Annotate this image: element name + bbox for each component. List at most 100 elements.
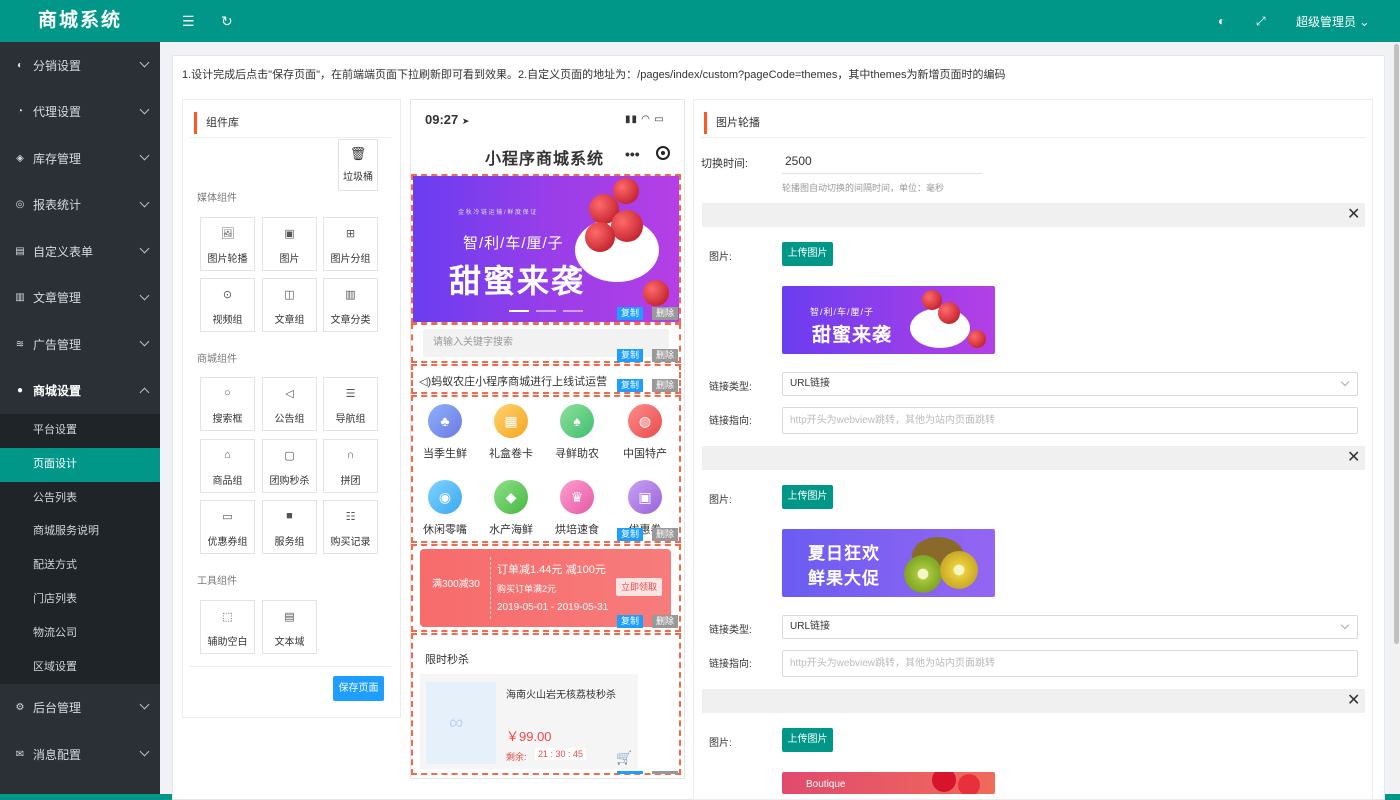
comp-search[interactable]: ○ 搜索框	[200, 377, 255, 431]
sidebar-item-backend[interactable]: ⚙ 后台管理	[0, 684, 160, 731]
close-icon[interactable]: ✕	[1347, 450, 1360, 466]
image-label: 图片:	[709, 252, 732, 263]
delete-button[interactable]: 删除	[652, 307, 679, 320]
comp-announcement[interactable]: ◁ 公告组	[262, 377, 317, 431]
sidebar-subitem-regions[interactable]: 区域设置	[0, 651, 160, 685]
sidebar-item-custom-form[interactable]: ▤ 自定义表单	[0, 228, 160, 275]
comp-navigation[interactable]: ☰ 导航组	[323, 377, 378, 431]
copy-button[interactable]: 复制	[617, 379, 644, 392]
chevron-down-icon	[139, 243, 150, 254]
copy-button[interactable]: 复制	[617, 615, 644, 628]
countdown-label: 剩余:	[506, 752, 527, 762]
sidebar-item-distribution[interactable]: ◐ 分销设置	[0, 42, 160, 89]
history-icon: ☷	[345, 511, 356, 523]
sidebar-subitem-logistics[interactable]: 物流公司	[0, 617, 160, 651]
link-target-input[interactable]: http开头为webview跳转，其他为站内页面跳转	[782, 650, 1358, 677]
chevron-down-icon	[1340, 620, 1350, 630]
chevron-down-icon	[139, 746, 150, 757]
comp-text-area[interactable]: ▤ 文本域	[262, 600, 317, 654]
comp-spacer[interactable]: ⬚ 辅助空白	[200, 600, 255, 654]
cart-icon[interactable]: 🛒	[616, 750, 632, 766]
close-icon[interactable]: ✕	[1347, 207, 1360, 223]
carousel-dot[interactable]	[563, 310, 583, 312]
refresh-icon[interactable]: ↻	[221, 13, 233, 29]
link-type-label: 链接类型:	[709, 382, 752, 393]
theme-icon[interactable]: ◐	[1218, 13, 1225, 29]
grid-item[interactable]: ◍ 中国特产	[613, 404, 677, 461]
comp-video-group[interactable]: ⊙ 视频组	[200, 278, 255, 332]
sidebar-subitem-announcements[interactable]: 公告列表	[0, 482, 160, 516]
sidebar-subitem-service-desc[interactable]: 商城服务说明	[0, 515, 160, 549]
upload-image-button[interactable]: 上传图片	[782, 485, 833, 509]
capsule-close-icon[interactable]	[656, 146, 670, 160]
delete-button[interactable]: 删除	[652, 379, 679, 392]
comp-image-carousel[interactable]: 🖼 图片轮播	[200, 217, 255, 271]
grid-item[interactable]: ▦ 礼盒卷卡	[479, 404, 543, 461]
grid-item[interactable]: ♛ 烘培速食	[545, 480, 609, 537]
comp-image[interactable]: ▣ 图片	[262, 217, 317, 271]
grid-icon: ⊞	[345, 228, 356, 240]
sidebar-item-messages[interactable]: ✉ 消息配置	[0, 731, 160, 778]
sidebar-item-agent[interactable]: ◔ 代理设置	[0, 89, 160, 136]
comp-coupon-group[interactable]: ▭ 优惠券组	[200, 500, 255, 554]
copy-button[interactable]: 复制	[617, 528, 644, 541]
close-icon[interactable]: ✕	[1347, 693, 1360, 709]
copy-button-partial[interactable]	[617, 771, 643, 774]
library-icon: ▥	[345, 289, 356, 301]
scrollbar-thumb[interactable]	[1394, 44, 1399, 644]
lollipop-icon: ◉	[428, 480, 462, 514]
sidebar-item-shop-settings[interactable]: ● 商城设置	[0, 368, 160, 415]
sidebar-subitem-delivery[interactable]: 配送方式	[0, 549, 160, 583]
comp-group-buy[interactable]: ∩ 拼团	[323, 439, 378, 493]
kiwi-slice	[940, 551, 978, 589]
comp-image-group[interactable]: ⊞ 图片分组	[323, 217, 378, 271]
comp-article-category[interactable]: ▥ 文章分类	[323, 278, 378, 332]
cherry	[968, 330, 986, 348]
comp-group-flash[interactable]: ▢ 团购秒杀	[262, 439, 317, 493]
upload-image-button[interactable]: 上传图片	[782, 242, 833, 266]
copy-button[interactable]: 复制	[617, 307, 644, 320]
product-card[interactable]: ∞ 海南火山岩无核荔枝秒杀 ￥99.00 剩余: 21 : 30 : 45 🛒	[420, 674, 638, 769]
slide-thumbnail: 智/利/车/厘/子 甜蜜来袭	[782, 286, 995, 354]
comp-service-group[interactable]: ■ 服务组	[262, 500, 317, 554]
sidebar-item-ads[interactable]: ≋ 广告管理	[0, 321, 160, 368]
slide-header	[702, 689, 1365, 713]
link-type-select[interactable]: URL链接	[782, 372, 1358, 396]
grid-item[interactable]: ◆ 水产海鲜	[479, 480, 543, 537]
comp-product-group[interactable]: ⌂ 商品组	[200, 439, 255, 493]
trash-bin[interactable]: 🗑 垃圾桶	[338, 139, 378, 191]
menu-fold-icon[interactable]: ☰	[182, 13, 195, 29]
carousel-dot-active[interactable]	[509, 310, 529, 312]
sidebar-subitem-page-design[interactable]: 页面设计	[0, 447, 160, 482]
chevron-up-icon	[139, 387, 150, 397]
sidebar-item-reports[interactable]: ◎ 报表统计	[0, 182, 160, 229]
delete-button-partial[interactable]	[652, 771, 678, 774]
more-dots-icon[interactable]: •••	[625, 146, 640, 162]
fullscreen-icon[interactable]: ⤢	[1256, 13, 1266, 29]
comp-purchase-record[interactable]: ☷ 购买记录	[323, 500, 378, 554]
upload-image-button[interactable]: 上传图片	[782, 728, 833, 752]
link-target-input[interactable]: http开头为webview跳转，其他为站内页面跳转	[782, 407, 1358, 434]
product-name: 海南火山岩无核荔枝秒杀	[506, 690, 616, 701]
claim-coupon-button[interactable]: 立即领取	[616, 578, 662, 596]
sidebar-subitem-platform[interactable]: 平台设置	[0, 414, 160, 448]
grid-item[interactable]: ◉ 休闲零嘴	[413, 480, 477, 537]
grid-item[interactable]: ♠ 寻鲜助农	[545, 404, 609, 461]
interval-input[interactable]: 2500	[782, 150, 982, 174]
sidebar-item-articles[interactable]: ▥ 文章管理	[0, 275, 160, 322]
carousel-dot[interactable]	[536, 310, 556, 312]
delete-button[interactable]: 删除	[652, 349, 679, 362]
fruit-icon: ♣	[428, 404, 462, 438]
comp-article-group[interactable]: ◫ 文章组	[262, 278, 317, 332]
delete-button[interactable]: 删除	[652, 528, 679, 541]
copy-button[interactable]: 复制	[617, 349, 644, 362]
delete-button[interactable]: 删除	[652, 615, 679, 628]
sidebar-item-inventory[interactable]: ◈ 库存管理	[0, 135, 160, 182]
link-placeholder-icon: ∞	[449, 712, 464, 734]
sidebar-subitem-stores[interactable]: 门店列表	[0, 583, 160, 617]
save-page-button[interactable]: 保存页面	[333, 676, 384, 701]
chevron-down-icon	[139, 150, 150, 161]
user-menu[interactable]: 超级管理员 ⌄	[1296, 13, 1369, 30]
link-type-select[interactable]: URL链接	[782, 615, 1358, 639]
grid-item[interactable]: ♣ 当季生鲜	[413, 404, 477, 461]
